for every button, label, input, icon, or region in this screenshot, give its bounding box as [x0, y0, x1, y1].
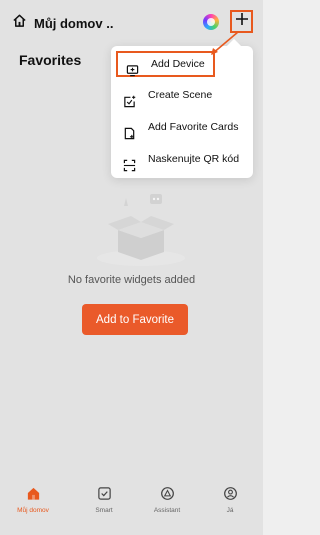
assistant-icon [139, 486, 195, 501]
nav-label: Smart [95, 507, 113, 514]
nav-label: Assistant [153, 507, 181, 514]
nav-label: Můj domov [17, 507, 49, 514]
menu-item-label: Naskenujte QR kód [148, 153, 240, 165]
menu-item-label: Add Favorite Cards [148, 121, 239, 133]
empty-box-illustration [96, 188, 186, 268]
smart-icon [76, 486, 132, 501]
home-icon [12, 13, 27, 33]
add-menu: Add Device Create Scene Add Favorite Car… [111, 46, 253, 178]
nav-item-profile[interactable]: Já [202, 486, 258, 514]
nav-label: Já [226, 507, 234, 514]
menu-item-label: Create Scene [148, 89, 213, 101]
nav-item-home[interactable]: Můj domov [5, 486, 61, 514]
menu-item-scan-qr[interactable]: Naskenujte QR kód [115, 146, 249, 172]
add-to-favorite-button[interactable]: Add to Favorite [82, 304, 188, 335]
menu-item-add-favorite-cards[interactable]: Add Favorite Cards [115, 114, 249, 140]
bottom-nav: Můj domov Smart Assistant Já [0, 478, 263, 535]
profile-icon [202, 486, 258, 501]
menu-item-create-scene[interactable]: Create Scene [115, 82, 249, 108]
annotation-arrow [200, 28, 245, 58]
home-icon [5, 486, 61, 501]
menu-item-label: Add Device [151, 58, 205, 70]
home-title: Můj domov .. [34, 15, 114, 31]
empty-message: No favorite widgets added [67, 274, 196, 286]
nav-item-assistant[interactable]: Assistant [139, 486, 195, 514]
favorites-title: Favorites [19, 52, 82, 68]
nav-item-smart[interactable]: Smart [76, 486, 132, 514]
home-selector[interactable]: Můj domov .. [12, 13, 113, 33]
